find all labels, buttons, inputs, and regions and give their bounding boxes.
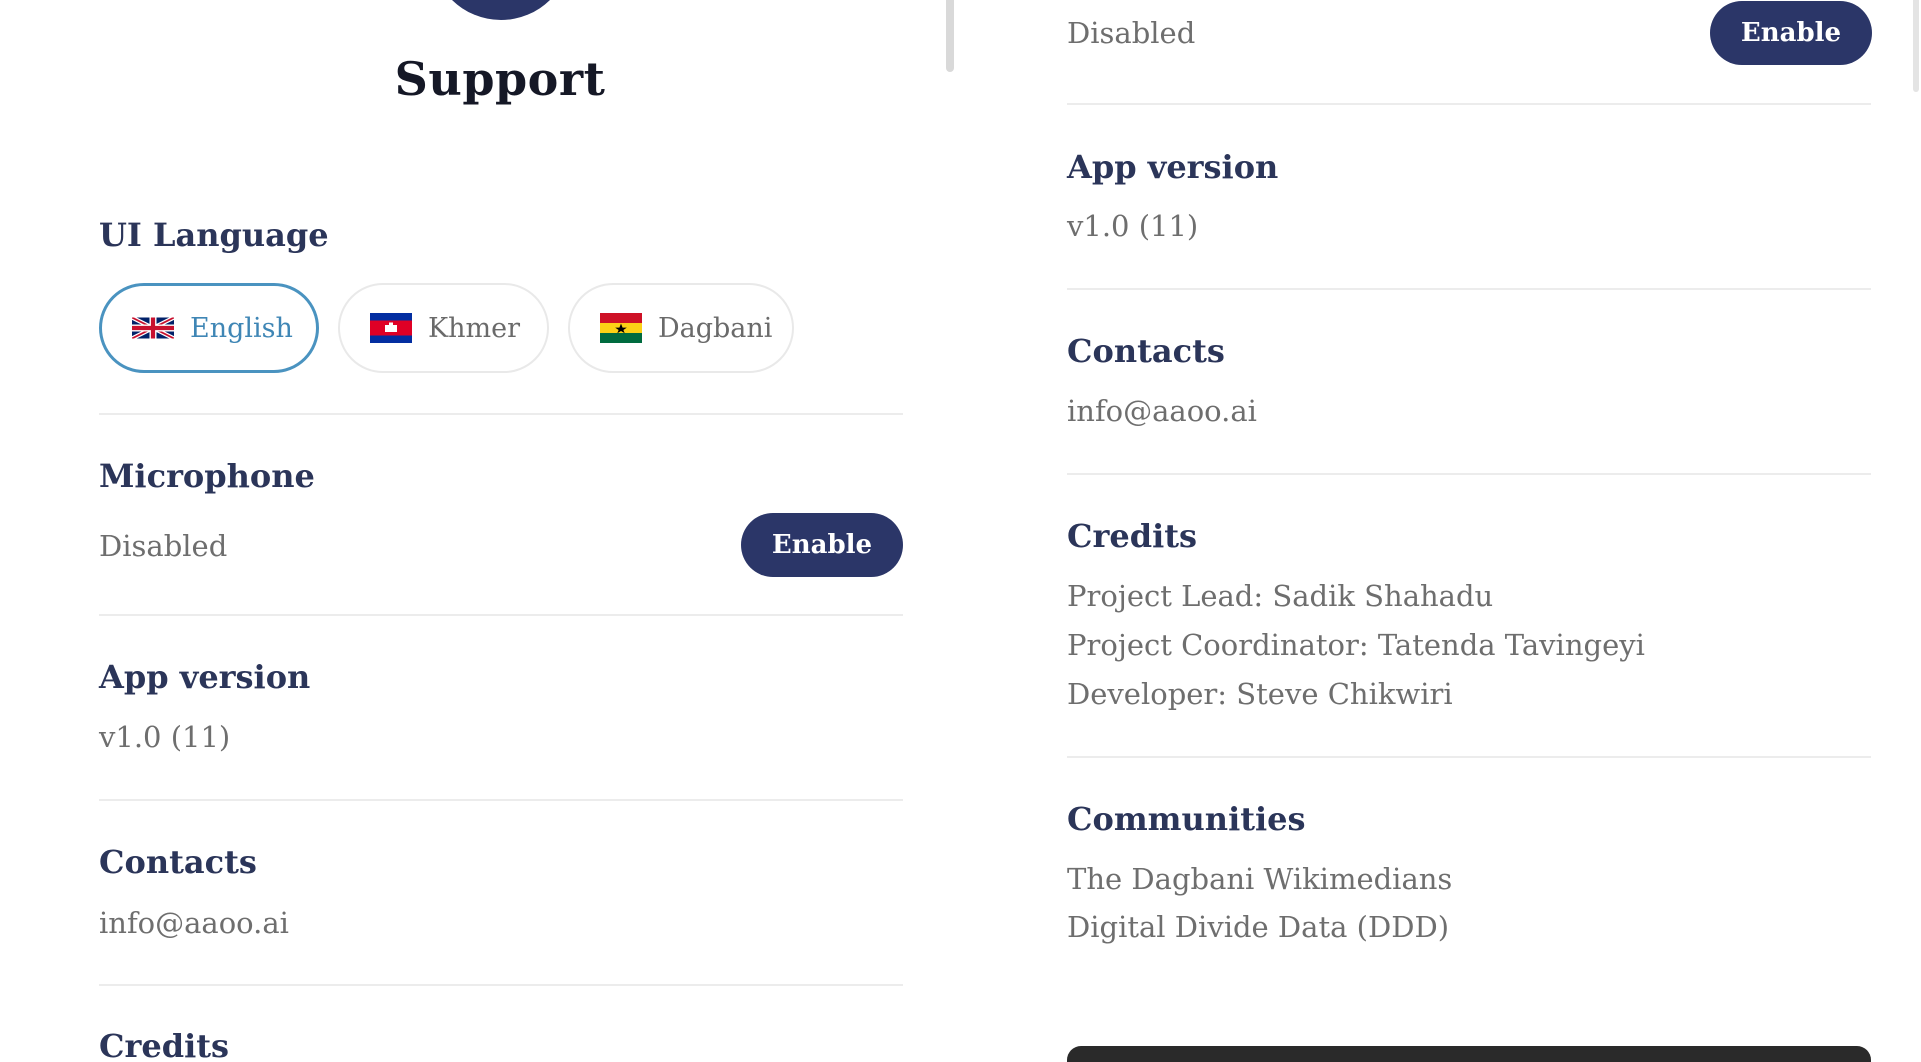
ui-language-heading: UI Language [99,216,329,254]
cambodia-flag-icon [370,313,412,343]
uk-flag-icon [132,317,174,339]
enable-microphone-button[interactable]: Enable [741,513,903,577]
page-title: Support [394,52,606,106]
divider [99,799,903,801]
support-screen-left: Support UI Language English Khmer Dagban… [0,0,950,1062]
language-option-english[interactable]: English [99,283,319,373]
avatar [431,0,571,20]
divider [1067,288,1871,290]
app-version-heading: App version [99,658,311,696]
language-option-dagbani[interactable]: Dagbani [568,283,794,373]
language-option-label: English [190,312,293,344]
bottom-action-bar[interactable] [1067,1046,1871,1062]
app-version-heading: App version [1067,148,1279,186]
left-scrollbar[interactable] [946,0,954,72]
divider [99,984,903,986]
enable-microphone-button[interactable]: Enable [1710,1,1872,65]
communities-line: Digital Divide Data (DDD) [1067,910,1450,944]
right-scrollbar[interactable] [1913,0,1919,92]
microphone-status: Disabled [1067,16,1196,50]
support-screen-right: Disabled Enable App version v1.0 (11) Co… [955,0,1921,1062]
ghana-flag-icon [600,313,642,343]
divider [1067,473,1871,475]
divider [99,614,903,616]
divider [1067,103,1871,105]
contacts-email[interactable]: info@aaoo.ai [99,906,289,940]
contacts-email[interactable]: info@aaoo.ai [1067,394,1257,428]
language-option-label: Khmer [428,312,521,344]
credits-heading: Credits [99,1027,230,1062]
app-version-value: v1.0 (11) [1067,209,1199,243]
credits-heading: Credits [1067,517,1198,555]
credits-line: Project Lead: Sadik Shahadu [1067,579,1494,613]
contacts-heading: Contacts [99,843,257,881]
credits-line: Developer: Steve Chikwiri [1067,677,1453,711]
divider [1067,756,1871,758]
microphone-status: Disabled [99,529,228,563]
communities-heading: Communities [1067,800,1306,838]
language-option-khmer[interactable]: Khmer [338,283,549,373]
contacts-heading: Contacts [1067,332,1225,370]
language-option-label: Dagbani [658,312,773,344]
credits-line: Project Coordinator: Tatenda Tavingeyi [1067,628,1645,662]
divider [99,413,903,415]
microphone-heading: Microphone [99,457,315,495]
app-version-value: v1.0 (11) [99,720,231,754]
communities-line: The Dagbani Wikimedians [1067,862,1453,896]
